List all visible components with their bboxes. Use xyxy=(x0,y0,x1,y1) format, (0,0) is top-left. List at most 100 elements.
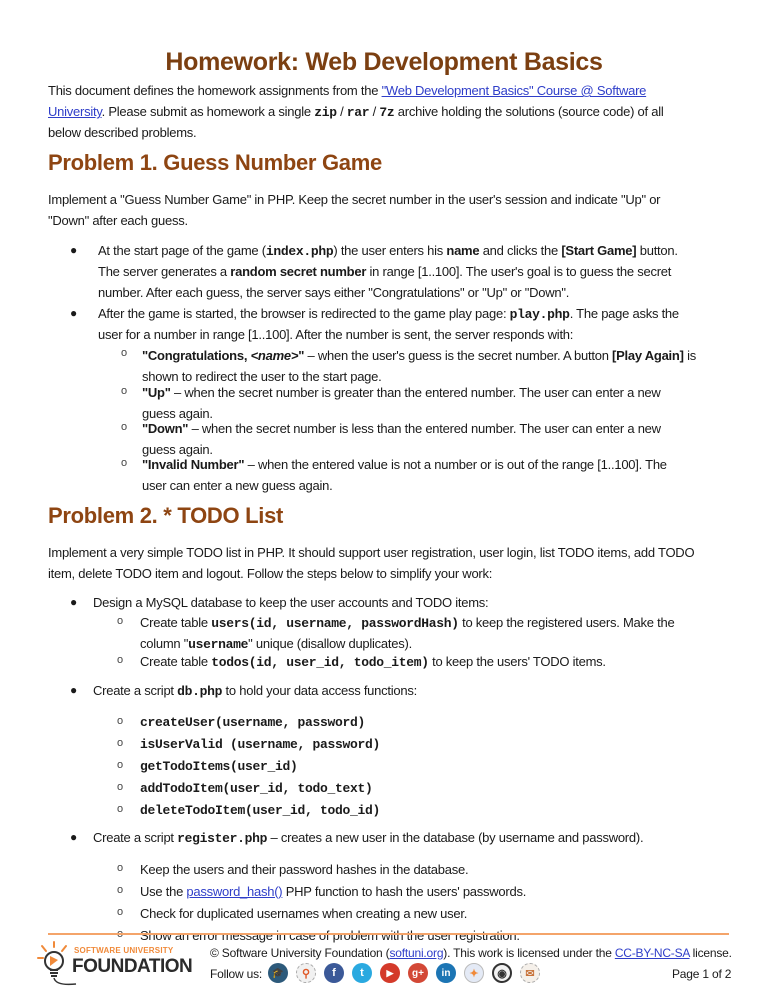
name-placeholder: <name> xyxy=(250,348,299,363)
response-invalid-line-1: "Invalid Number" – when the entered valu… xyxy=(142,454,667,475)
intro-line-1: This document defines the homework assig… xyxy=(48,80,646,101)
twitter-icon[interactable]: t xyxy=(352,963,372,983)
text: After the game is started, the browser i… xyxy=(98,306,510,321)
text: to keep the registered users. Make the xyxy=(458,615,675,630)
sub-bullet-icon: o xyxy=(117,862,124,874)
intro-text: This document defines the homework assig… xyxy=(48,83,382,98)
search-people-icon[interactable]: ⚲ xyxy=(296,963,316,983)
bullet-icon: ● xyxy=(70,306,78,320)
zip-format: zip xyxy=(314,105,337,120)
p1-bullet-1-line-1: At the start page of the game (index.php… xyxy=(98,240,678,262)
softuni-foundation-logo[interactable]: SOFTWARE UNIVERSITY FOUNDATION xyxy=(36,940,196,990)
youtube-icon[interactable]: ▶ xyxy=(380,963,400,983)
problem-1-desc-1: Implement a "Guess Number Game" in PHP. … xyxy=(48,192,661,207)
p2-bullet-db-design: Design a MySQL database to keep the user… xyxy=(93,595,489,610)
function-delete-todo-item: deleteTodoItem(user_id, todo_id) xyxy=(140,803,381,818)
separator: / xyxy=(336,104,347,119)
p1-bullet-1-line-2: The server generates a random secret num… xyxy=(98,261,671,282)
bold-random-number: random secret number xyxy=(230,264,367,279)
index-php-code: index.php xyxy=(265,244,334,259)
text: – when the user's guess is the secret nu… xyxy=(304,348,613,363)
text: PHP function to hash the users' password… xyxy=(282,884,527,899)
problem-1-desc-2: "Down" after each guess. xyxy=(48,213,188,228)
sub-bullet-icon: o xyxy=(117,906,124,918)
bullet-icon: ● xyxy=(70,243,78,257)
text: Create a script xyxy=(93,830,178,845)
register-item-keep-hashes: Keep the users and their password hashes… xyxy=(140,862,469,877)
problem-2-heading: Problem 2. * TODO List xyxy=(48,503,284,528)
footer-copyright: © Software University Foundation (softun… xyxy=(210,946,732,960)
play-php-code: play.php xyxy=(509,307,570,322)
response-down-line-1: "Down" – when the secret number is less … xyxy=(142,418,661,439)
text: – when the secret number is less than th… xyxy=(188,421,661,436)
text: Create table xyxy=(140,654,212,669)
bullet-icon: ● xyxy=(70,595,78,609)
text: © Software University Foundation ( xyxy=(210,946,390,960)
text: ). This work is licensed under the xyxy=(443,946,615,960)
google-plus-icon[interactable]: g+ xyxy=(408,963,428,983)
sub-bullet-icon: o xyxy=(121,457,128,469)
play-again-label: [Play Again] xyxy=(612,348,684,363)
linkedin-icon[interactable]: in xyxy=(436,963,456,983)
rar-format: rar xyxy=(346,105,370,120)
username-code: username xyxy=(188,637,249,652)
follow-us-label: Follow us: xyxy=(210,967,263,981)
register-php-code: register.php xyxy=(177,831,268,846)
facebook-icon[interactable]: f xyxy=(324,963,344,983)
softuni-icon[interactable]: 🎓 xyxy=(268,963,288,983)
problem-2-desc-1: Implement a very simple TODO list in PHP… xyxy=(48,545,695,560)
sub-bullet-icon: o xyxy=(117,803,124,815)
7z-format: 7z xyxy=(379,105,395,120)
function-create-user: createUser(username, password) xyxy=(140,715,366,730)
separator: / xyxy=(369,104,380,119)
mail-icon[interactable]: ✉ xyxy=(520,963,540,983)
p1-bullet-1-line-3: number. After each guess, the server say… xyxy=(98,285,570,300)
password-hash-link[interactable]: password_hash() xyxy=(186,884,282,899)
p1-bullet-2-line-1: After the game is started, the browser i… xyxy=(98,303,679,325)
table-users-line-1: Create table users(id, username, passwor… xyxy=(140,612,675,634)
social-icons: 🎓 ⚲ f t ▶ g+ in ✦ ◉ ✉ xyxy=(268,963,540,983)
forum-icon[interactable]: ◉ xyxy=(492,963,512,983)
register-item-duplicates: Check for duplicated usernames when crea… xyxy=(140,906,468,921)
register-item-password-hash: Use the password_hash() PHP function to … xyxy=(140,881,526,902)
sub-bullet-icon: o xyxy=(117,615,124,627)
response-congratulations-line-1: "Congratulations, <name>" – when the use… xyxy=(142,345,696,366)
community-icon[interactable]: ✦ xyxy=(464,963,484,983)
intro-line-3: below described problems. xyxy=(48,125,197,140)
intro-text: . Please submit as homework a single xyxy=(101,104,315,119)
todos-table-code: todos(id, user_id, todo_item) xyxy=(211,655,429,670)
function-add-todo-item: addTodoItem(user_id, todo_text) xyxy=(140,781,373,796)
course-link-continued[interactable]: University xyxy=(48,104,102,119)
p2-bullet-db-script: Create a script db.php to hold your data… xyxy=(93,680,417,702)
table-todos: Create table todos(id, user_id, todo_ite… xyxy=(140,651,606,673)
text: is xyxy=(683,348,696,363)
sub-bullet-icon: o xyxy=(117,759,124,771)
response-invalid-line-2: user can enter a new guess again. xyxy=(142,478,333,493)
text: Create a script xyxy=(93,683,178,698)
start-game-label: [Start Game] xyxy=(561,243,637,258)
sub-bullet-icon: o xyxy=(117,654,124,666)
sub-bullet-icon: o xyxy=(117,781,124,793)
text: and clicks the xyxy=(479,243,562,258)
text: At the start page of the game ( xyxy=(98,243,266,258)
text: Use the xyxy=(140,884,187,899)
text: Create table xyxy=(140,615,212,630)
text: – creates a new user in the database (by… xyxy=(267,830,644,845)
text: column " xyxy=(140,636,189,651)
text: – when the secret number is greater than… xyxy=(170,385,661,400)
logo-subtitle: SOFTWARE UNIVERSITY xyxy=(74,946,174,955)
users-table-code: users(id, username, passwordHash) xyxy=(211,616,459,631)
license-link[interactable]: CC-BY-NC-SA xyxy=(615,946,690,960)
softuni-link[interactable]: softuni.org xyxy=(389,946,443,960)
down-label: "Down" xyxy=(142,421,189,436)
document-title: Homework: Web Development Basics xyxy=(165,48,603,76)
course-link[interactable]: "Web Development Basics" Course @ Softwa… xyxy=(382,83,647,98)
register-item-error: Show an error message in case of problem… xyxy=(140,925,524,946)
function-get-todo-items: getTodoItems(user_id) xyxy=(140,759,298,774)
sub-bullet-icon: o xyxy=(121,421,128,433)
logo-title: FOUNDATION xyxy=(72,956,193,977)
bullet-icon: ● xyxy=(70,830,78,844)
sub-bullet-icon: o xyxy=(117,737,124,749)
response-up-line-1: "Up" – when the secret number is greater… xyxy=(142,382,661,403)
text: "Congratulations, xyxy=(142,348,251,363)
